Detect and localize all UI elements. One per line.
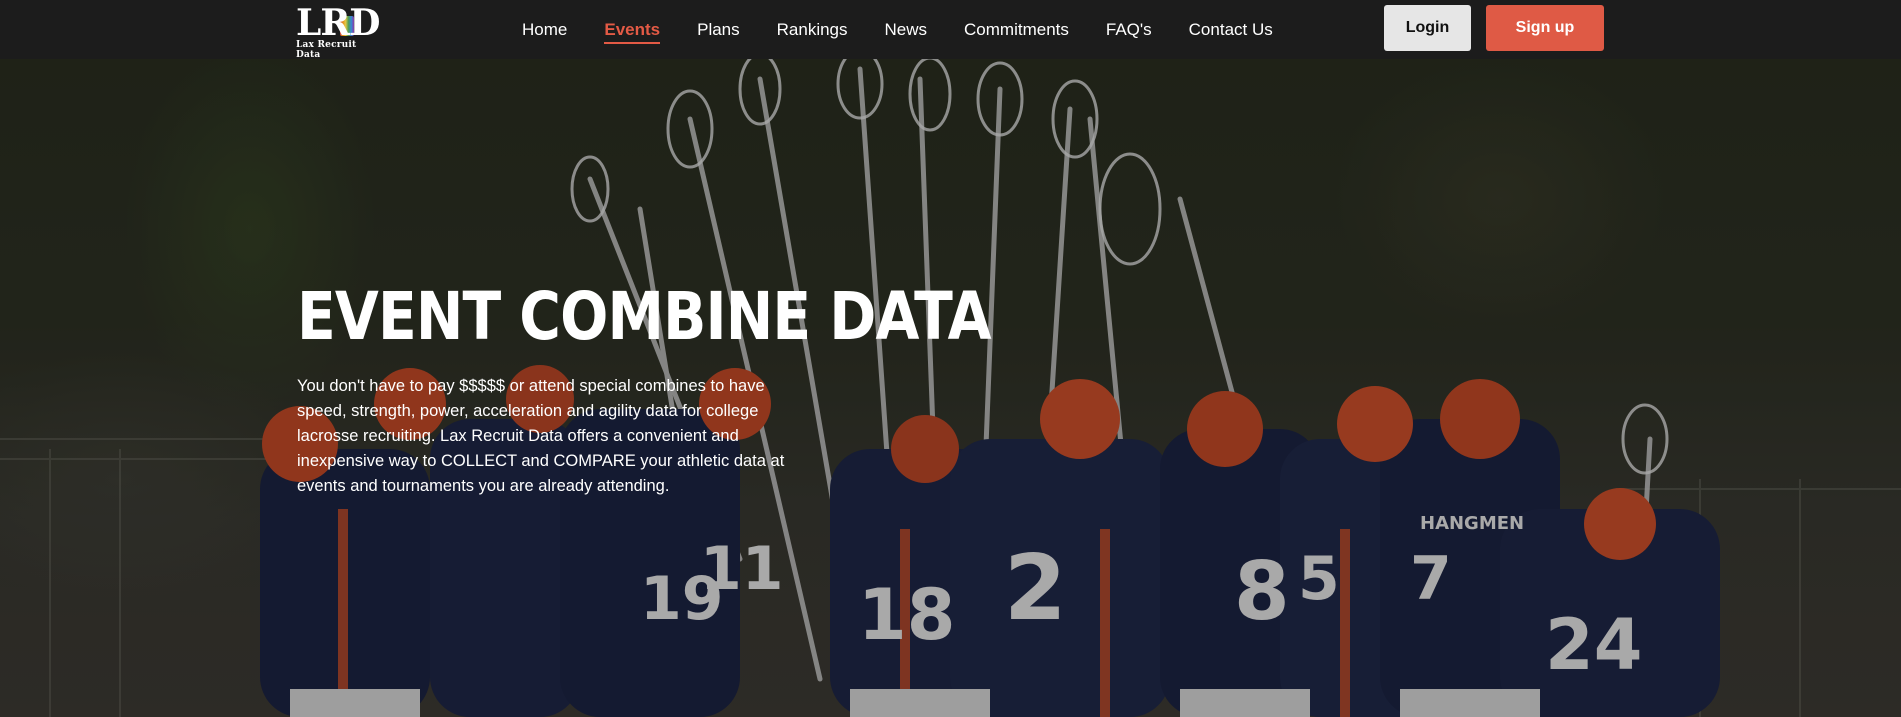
login-button[interactable]: Login xyxy=(1384,5,1471,51)
nav-faqs[interactable]: FAQ's xyxy=(1106,16,1152,44)
nav-commitments[interactable]: Commitments xyxy=(964,16,1069,44)
main-nav: Home Events Plans Rankings News Commitme… xyxy=(522,0,1310,59)
nav-rankings[interactable]: Rankings xyxy=(777,16,848,44)
nav-home[interactable]: Home xyxy=(522,16,567,44)
hero-dark-overlay xyxy=(0,59,1901,717)
nav-news[interactable]: News xyxy=(885,16,928,44)
signup-button[interactable]: Sign up xyxy=(1486,5,1604,51)
hero-description: You don't have to pay $$$$$ or attend sp… xyxy=(297,377,785,495)
logo-rainbow-accent xyxy=(340,16,354,36)
hero-section: 18 2 8 5 7 24 11 19 HANGMEN EVENT COMBIN… xyxy=(0,59,1901,717)
top-navbar: LRD Lax Recruit Data Home Events Plans R… xyxy=(0,0,1901,60)
nav-contact-us[interactable]: Contact Us xyxy=(1189,16,1273,44)
hero-title: EVENT COMBINE DATA xyxy=(297,278,992,355)
logo-mark: LRD xyxy=(296,2,380,44)
site-logo[interactable]: LRD Lax Recruit Data xyxy=(296,2,384,60)
nav-events[interactable]: Events xyxy=(604,16,660,44)
nav-plans[interactable]: Plans xyxy=(697,16,740,44)
